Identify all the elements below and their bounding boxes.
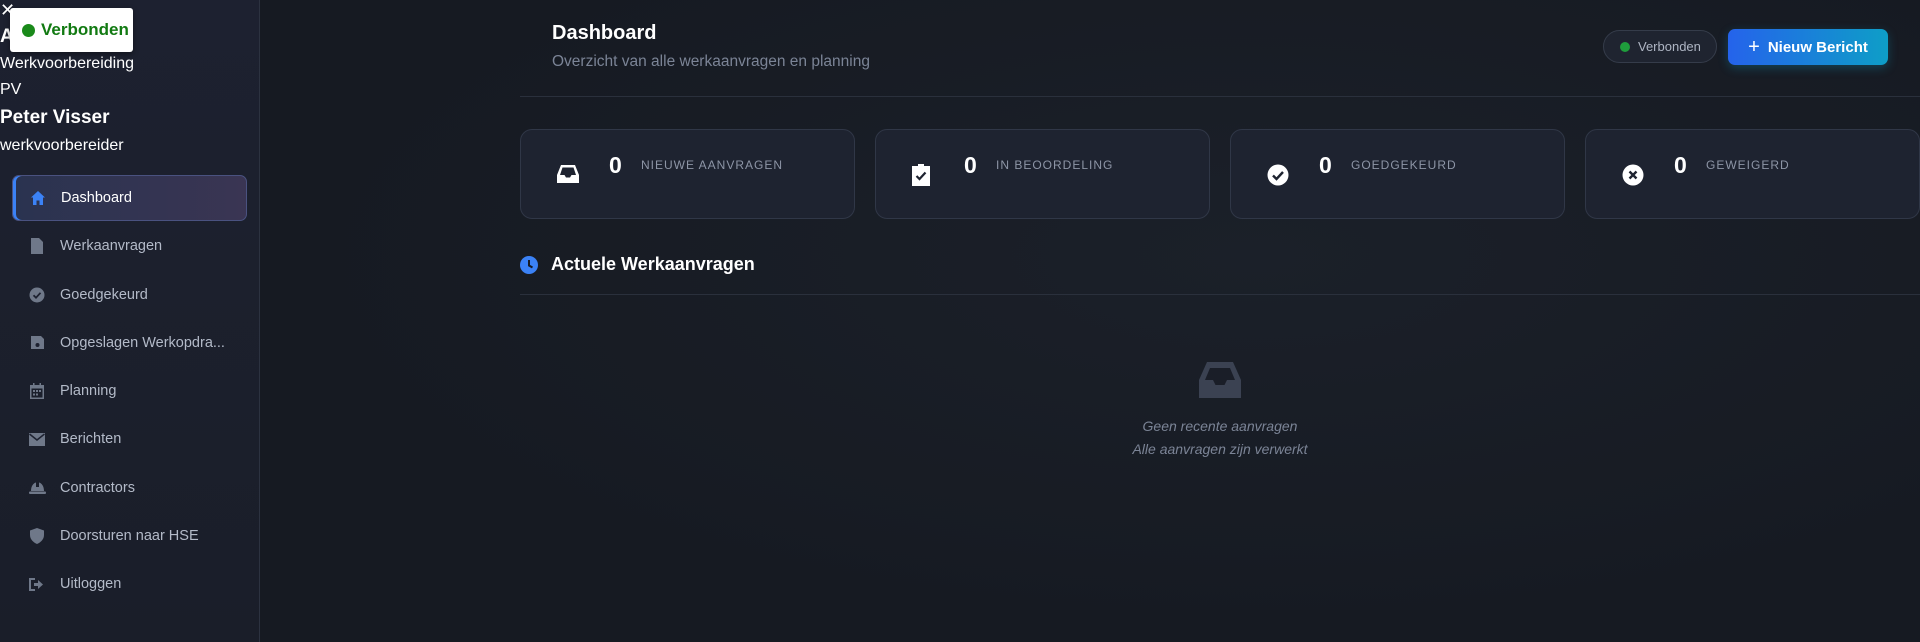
sidebar-item-goedgekeurd[interactable]: Goedgekeurd: [12, 272, 247, 318]
sidebar-item-label: Contractors: [60, 479, 135, 496]
x-circle-icon: [1622, 164, 1644, 186]
clipboard-check-icon: [912, 164, 934, 186]
user-initials: PV: [0, 81, 22, 98]
stat-label: IN BEOORDELING: [996, 158, 1114, 172]
user-role: werkvoorbereider: [0, 137, 124, 154]
envelope-icon: [28, 430, 46, 448]
user-name: Peter Visser: [0, 107, 110, 128]
connection-label: Verbonden: [41, 20, 129, 39]
sidebar-item-werkaanvragen[interactable]: Werkaanvragen: [12, 223, 247, 269]
home-icon: [29, 189, 47, 207]
tools-icon: ✕: [0, 0, 16, 20]
shield-icon: [28, 527, 46, 545]
stat-value: 0: [964, 152, 977, 178]
calendar-icon: [28, 382, 46, 400]
connection-dot-icon: [22, 23, 35, 37]
page-subtitle: Overzicht van alle werkaanvragen en plan…: [552, 53, 870, 70]
logout-icon: [28, 575, 46, 593]
sidebar-item-label: Werkaanvragen: [60, 238, 163, 255]
user-department: Werkvoorbereiding: [0, 55, 134, 72]
sidebar-item-label: Uitloggen: [60, 576, 122, 593]
check-circle-icon: [1267, 164, 1289, 186]
sidebar-item-label: Planning: [60, 383, 117, 400]
header-divider: [520, 96, 1920, 97]
status-dot-icon: [1620, 41, 1630, 52]
sidebar-item-uitloggen[interactable]: Uitloggen: [12, 561, 247, 607]
sidebar-item-label: Goedgekeurd: [60, 286, 148, 303]
stat-card-approved: 0 GOEDGEKEURD: [1230, 129, 1565, 219]
empty-title: Geen recente aanvragen: [1142, 418, 1298, 434]
sidebar-item-opgeslagen[interactable]: Opgeslagen Werkopdra...: [12, 320, 247, 366]
stat-label: GEWEIGERD: [1706, 158, 1790, 172]
sidebar-item-planning[interactable]: Planning: [12, 368, 247, 414]
stat-card-new: 0 NIEUWE AANVRAGEN: [520, 129, 855, 219]
hard-hat-icon: [28, 479, 46, 497]
stat-value: 0: [609, 152, 622, 178]
sidebar-item-contractors[interactable]: Contractors: [12, 465, 247, 511]
save-icon: [28, 334, 46, 352]
sidebar-item-label: Doorsturen naar HSE: [60, 528, 199, 545]
sidebar-item-berichten[interactable]: Berichten: [12, 416, 247, 462]
stat-value: 0: [1674, 152, 1687, 178]
connection-status: Verbonden: [10, 8, 133, 52]
section-divider: [520, 294, 1920, 295]
stat-card-review: 0 IN BEOORDELING: [875, 129, 1210, 219]
sidebar-item-label: Dashboard: [61, 190, 132, 206]
stat-value: 0: [1319, 152, 1332, 178]
file-icon: [28, 237, 46, 255]
sidebar-item-dashboard[interactable]: Dashboard: [12, 175, 247, 221]
inbox-icon: [557, 164, 579, 186]
inbox-icon: [1199, 360, 1241, 400]
stat-card-rejected: 0 GEWEIGERD: [1585, 129, 1920, 219]
stat-label: NIEUWE AANVRAGEN: [641, 158, 784, 172]
page-title: Dashboard: [552, 22, 657, 44]
sidebar-nav: Dashboard Werkaanvragen Goedgekeurd Opge…: [12, 175, 247, 610]
sidebar-item-label: Berichten: [60, 431, 122, 448]
new-message-button[interactable]: + Nieuw Bericht: [1728, 29, 1888, 65]
sidebar-item-label: Opgeslagen Werkopdra...: [60, 334, 225, 351]
stat-label: GOEDGEKEURD: [1351, 158, 1457, 172]
check-circle-icon: [28, 286, 46, 304]
sidebar-item-hse[interactable]: Doorsturen naar HSE: [12, 513, 247, 559]
status-badge: Verbonden: [1603, 30, 1717, 63]
empty-subtitle: Alle aanvragen zijn verwerkt: [1132, 441, 1308, 457]
sidebar: ✕ Verbonden A Werkvoorbereiding PV Peter…: [0, 0, 260, 642]
status-label: Verbonden: [1638, 39, 1701, 54]
new-message-label: Nieuw Bericht: [1767, 38, 1868, 56]
clock-icon: [520, 256, 538, 274]
section-title: Actuele Werkaanvragen: [551, 254, 755, 274]
plus-icon: +: [1748, 35, 1760, 58]
